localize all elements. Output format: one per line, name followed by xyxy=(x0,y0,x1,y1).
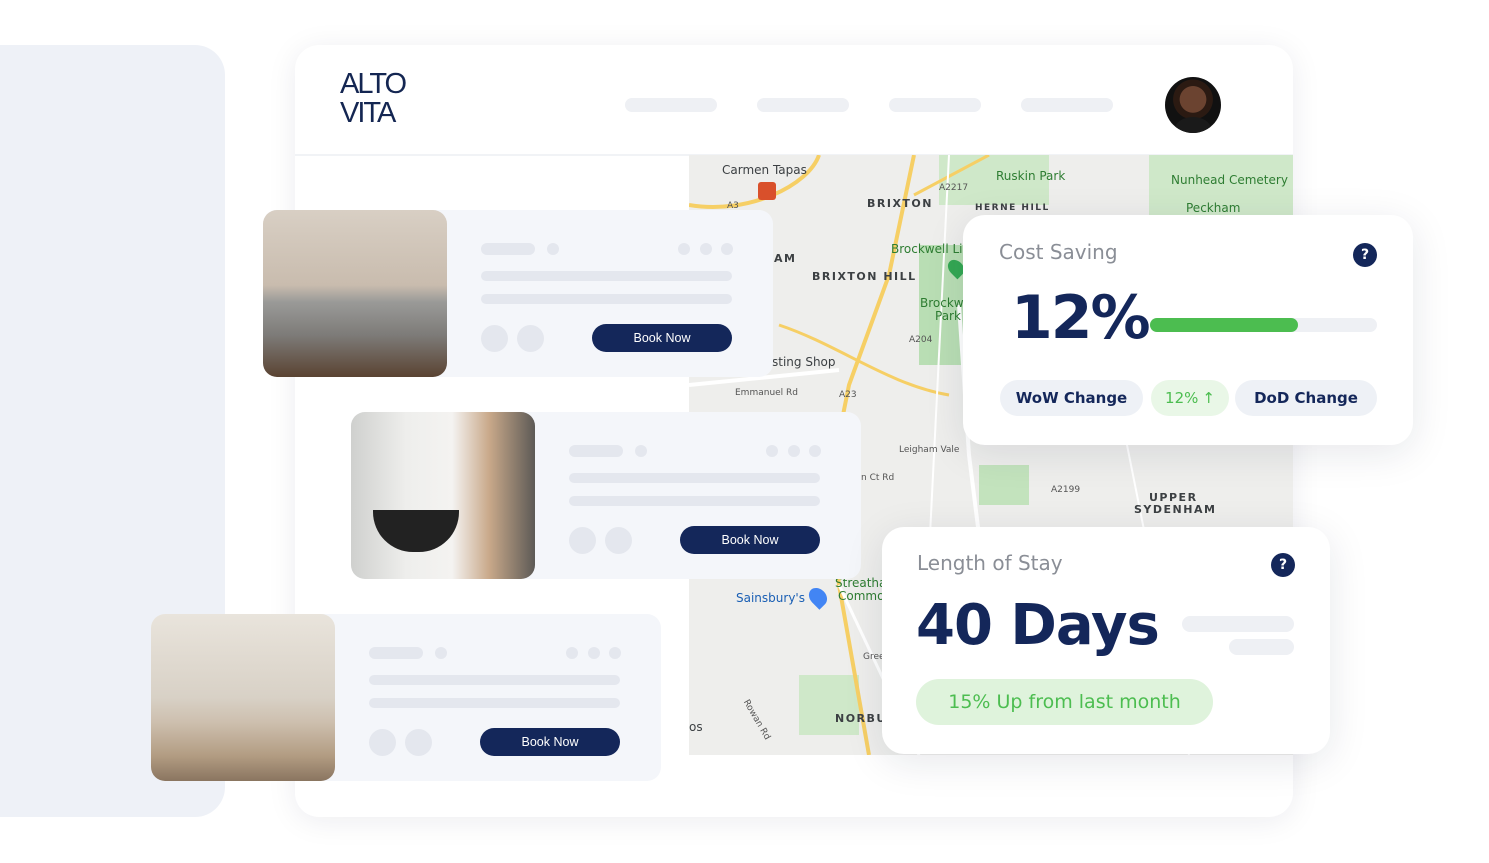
more-dot xyxy=(766,445,778,457)
progress-track xyxy=(1150,318,1377,332)
text-placeholder xyxy=(369,698,620,708)
more-dot xyxy=(788,445,800,457)
placeholder-circle xyxy=(481,325,508,352)
book-now-button[interactable]: Book Now xyxy=(480,728,620,756)
map-label: Sainsbury's xyxy=(736,591,805,605)
living-room-photo xyxy=(151,614,335,781)
text-placeholder xyxy=(369,675,620,685)
card-title: Cost Saving xyxy=(999,240,1118,264)
map-label: os xyxy=(689,720,703,734)
placeholder-dot xyxy=(635,445,647,457)
map-label: HERNE HILL xyxy=(975,203,1050,213)
placeholder-circle xyxy=(369,729,396,756)
trend-badge: 15% Up from last month xyxy=(916,679,1213,725)
text-placeholder xyxy=(569,496,820,506)
text-placeholder xyxy=(569,473,820,483)
map-label: A2217 xyxy=(939,183,969,193)
listing-card[interactable]: Book Now xyxy=(263,210,773,377)
map-label: Park xyxy=(935,309,961,323)
title-placeholder xyxy=(481,243,535,255)
placeholder-dot xyxy=(435,647,447,659)
map-label: Peckham xyxy=(1186,201,1241,215)
nav-item-2[interactable] xyxy=(757,98,849,112)
placeholder-circle xyxy=(405,729,432,756)
more-dot xyxy=(700,243,712,255)
map-label: Leigham Vale xyxy=(899,445,960,455)
restaurant-pin-icon[interactable] xyxy=(758,182,776,200)
more-dot xyxy=(566,647,578,659)
progress-fill xyxy=(1150,318,1298,332)
placeholder-circle xyxy=(605,527,632,554)
map-label: n Ct Rd xyxy=(861,473,895,483)
more-dot xyxy=(809,445,821,457)
map-label: A2199 xyxy=(1051,485,1081,495)
length-of-stay-card: Length of Stay ? 40 Days 15% Up from las… xyxy=(882,527,1330,754)
dod-change-button[interactable]: DoD Change xyxy=(1235,380,1377,416)
cost-saving-card: Cost Saving ? 12% WoW Change 12% ↑ DoD Ch… xyxy=(963,215,1413,445)
placeholder-dot xyxy=(547,243,559,255)
text-placeholder xyxy=(1182,616,1294,632)
map-label: Brockwell Li xyxy=(891,242,963,256)
map-label: sting Shop xyxy=(772,355,836,369)
text-placeholder xyxy=(481,271,732,281)
title-placeholder xyxy=(569,445,623,457)
more-dot xyxy=(588,647,600,659)
bathroom-photo xyxy=(351,412,535,579)
placeholder-circle xyxy=(517,325,544,352)
map-label: A23 xyxy=(839,390,857,400)
wow-change-button[interactable]: WoW Change xyxy=(1000,380,1143,416)
change-badge: 12% ↑ xyxy=(1151,380,1229,416)
park-area xyxy=(799,675,859,735)
title-placeholder xyxy=(369,647,423,659)
map-label: BRIXTON HILL xyxy=(812,270,917,283)
map-label: Ruskin Park xyxy=(996,169,1066,183)
text-placeholder xyxy=(481,294,732,304)
more-dot xyxy=(609,647,621,659)
book-now-button[interactable]: Book Now xyxy=(592,324,732,352)
map-label: AM xyxy=(774,252,797,265)
arrow-up-icon: ↑ xyxy=(1202,389,1215,407)
placeholder-circle xyxy=(569,527,596,554)
map-label: BRIXTON xyxy=(867,197,933,210)
map-label: A204 xyxy=(909,335,933,345)
map-label: Emmanuel Rd xyxy=(735,388,799,398)
bedroom-photo xyxy=(263,210,447,377)
nav-item-4[interactable] xyxy=(1021,98,1113,112)
user-avatar[interactable] xyxy=(1165,77,1221,133)
listing-card[interactable]: Book Now xyxy=(151,614,661,781)
nav-item-1[interactable] xyxy=(625,98,717,112)
map-label: Carmen Tapas xyxy=(722,163,807,177)
map-label: Commo xyxy=(838,589,885,603)
map-label: Nunhead Cemetery xyxy=(1171,173,1288,187)
book-now-button[interactable]: Book Now xyxy=(680,526,820,554)
listing-card[interactable]: Book Now xyxy=(351,412,861,579)
logo[interactable]: ALTO VITA xyxy=(340,70,407,132)
map-label: SYDENHAM xyxy=(1134,503,1217,516)
park-area xyxy=(979,465,1029,505)
length-of-stay-value: 40 Days xyxy=(916,593,1160,658)
help-icon[interactable]: ? xyxy=(1271,553,1295,577)
cost-saving-value: 12% xyxy=(1011,283,1151,353)
card-title: Length of Stay xyxy=(917,551,1063,575)
more-dot xyxy=(678,243,690,255)
text-placeholder xyxy=(1229,639,1294,655)
more-dot xyxy=(721,243,733,255)
help-icon[interactable]: ? xyxy=(1353,243,1377,267)
map-label: Brockw xyxy=(920,296,964,310)
nav-item-3[interactable] xyxy=(889,98,981,112)
